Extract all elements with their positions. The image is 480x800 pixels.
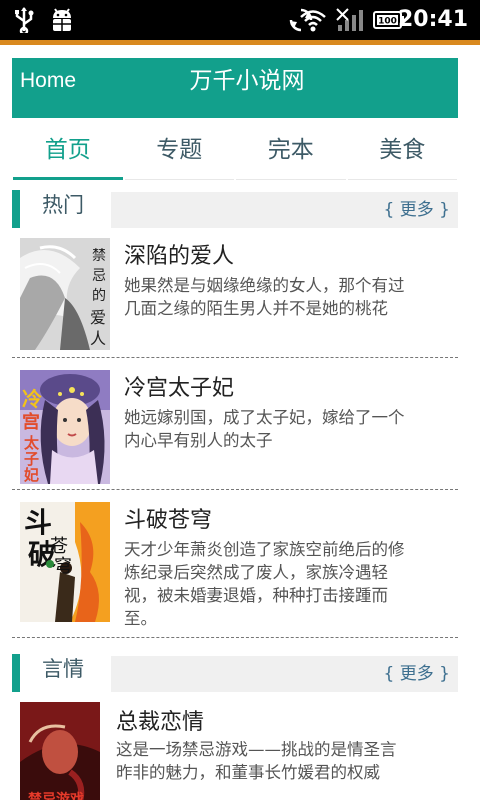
section-more-bar: { 更多 } bbox=[111, 656, 458, 692]
section-accent-bar bbox=[12, 654, 20, 692]
book-description: 天才少年萧炎创造了家族空前绝后的修炼纪录后突然成了废人，家族冷遇轻视，被未婚妻退… bbox=[124, 540, 405, 628]
section-title: 言情 bbox=[42, 657, 84, 681]
svg-text:穹: 穹 bbox=[54, 556, 72, 577]
book-cover[interactable]: 斗 破 苍 穹 bbox=[20, 502, 110, 622]
book-cover[interactable]: 禁 忌 的 爱 人 bbox=[20, 238, 110, 350]
status-bar: 100 20:41 bbox=[0, 0, 480, 45]
tab-home[interactable]: 首页 bbox=[13, 124, 123, 180]
book-description: 她远嫁别国，成了太子妃，嫁给了一个内心早有别人的太子 bbox=[124, 408, 405, 450]
home-link[interactable]: Home bbox=[20, 58, 76, 104]
status-bar-accent bbox=[0, 40, 480, 45]
svg-text:妃: 妃 bbox=[24, 466, 39, 484]
section-header-romance: 言情 { 更多 } bbox=[12, 654, 458, 692]
book-item[interactable]: 斗 破 苍 穹 斗破苍穹 天才少年萧炎创造了家族空前绝后的修炼纪录后突然成了废人… bbox=[12, 490, 458, 638]
book-cover[interactable]: 冷 宫 太 子 妃 bbox=[20, 370, 110, 484]
site-title: 万千小说网 bbox=[189, 68, 305, 94]
book-item[interactable]: 冷 宫 太 子 妃 冷宫太子妃 她远嫁别国，成了太子妃，嫁给了一个内心早有别人的… bbox=[12, 358, 458, 490]
section-header-hot: 热门 { 更多 } bbox=[12, 190, 458, 228]
svg-text:忌: 忌 bbox=[92, 268, 106, 284]
svg-text:人: 人 bbox=[90, 329, 106, 348]
section-more-bar: { 更多 } bbox=[111, 192, 458, 228]
more-link[interactable]: { 更多 } bbox=[384, 656, 450, 692]
book-title[interactable]: 深陷的爱人 bbox=[124, 238, 234, 270]
usb-icon bbox=[10, 6, 38, 34]
wifi-icon bbox=[298, 6, 328, 34]
book-item[interactable]: 禁忌游戏 总裁恋情 这是一场禁忌游戏——挑战的是情圣言昨非的魅力，和董事长竹媛君… bbox=[12, 694, 458, 800]
book-title[interactable]: 总裁恋情 bbox=[116, 704, 204, 736]
signal-icon bbox=[335, 6, 365, 34]
tab-completed[interactable]: 完本 bbox=[236, 124, 346, 180]
svg-text:冷: 冷 bbox=[22, 387, 42, 411]
book-title[interactable]: 冷宫太子妃 bbox=[124, 370, 234, 402]
book-description: 她果然是与姻缘绝缘的女人，那个有过几面之缘的陌生男人并不是她的桃花 bbox=[124, 276, 405, 318]
section-accent-bar bbox=[12, 190, 20, 228]
more-link[interactable]: { 更多 } bbox=[384, 192, 450, 228]
tab-topics[interactable]: 专题 bbox=[124, 124, 234, 180]
android-debug-icon bbox=[48, 6, 76, 34]
book-title[interactable]: 斗破苍穹 bbox=[124, 502, 212, 534]
svg-text:斗: 斗 bbox=[24, 506, 52, 539]
app-header: Home 万千小说网 bbox=[12, 58, 458, 118]
svg-text:禁: 禁 bbox=[92, 248, 106, 264]
nav-tabs: 首页 专题 完本 美食 bbox=[12, 124, 458, 180]
svg-text:100: 100 bbox=[378, 17, 397, 27]
svg-text:的: 的 bbox=[92, 288, 106, 304]
svg-text:爱: 爱 bbox=[90, 308, 106, 327]
svg-text:苍: 苍 bbox=[50, 536, 68, 557]
svg-text:宫: 宫 bbox=[22, 411, 40, 433]
book-item[interactable]: 禁 忌 的 爱 人 深陷的爱人 她果然是与姻缘绝缘的女人，那个有过几面之缘的陌生… bbox=[12, 228, 458, 358]
svg-text:禁忌游戏: 禁忌游戏 bbox=[28, 791, 84, 800]
book-description: 这是一场禁忌游戏——挑战的是情圣言昨非的魅力，和董事长竹媛君的权威 bbox=[116, 740, 397, 782]
status-time: 20:41 bbox=[397, 7, 468, 32]
book-cover[interactable]: 禁忌游戏 bbox=[20, 702, 100, 800]
section-title: 热门 bbox=[42, 193, 84, 217]
tab-food[interactable]: 美食 bbox=[347, 124, 457, 180]
